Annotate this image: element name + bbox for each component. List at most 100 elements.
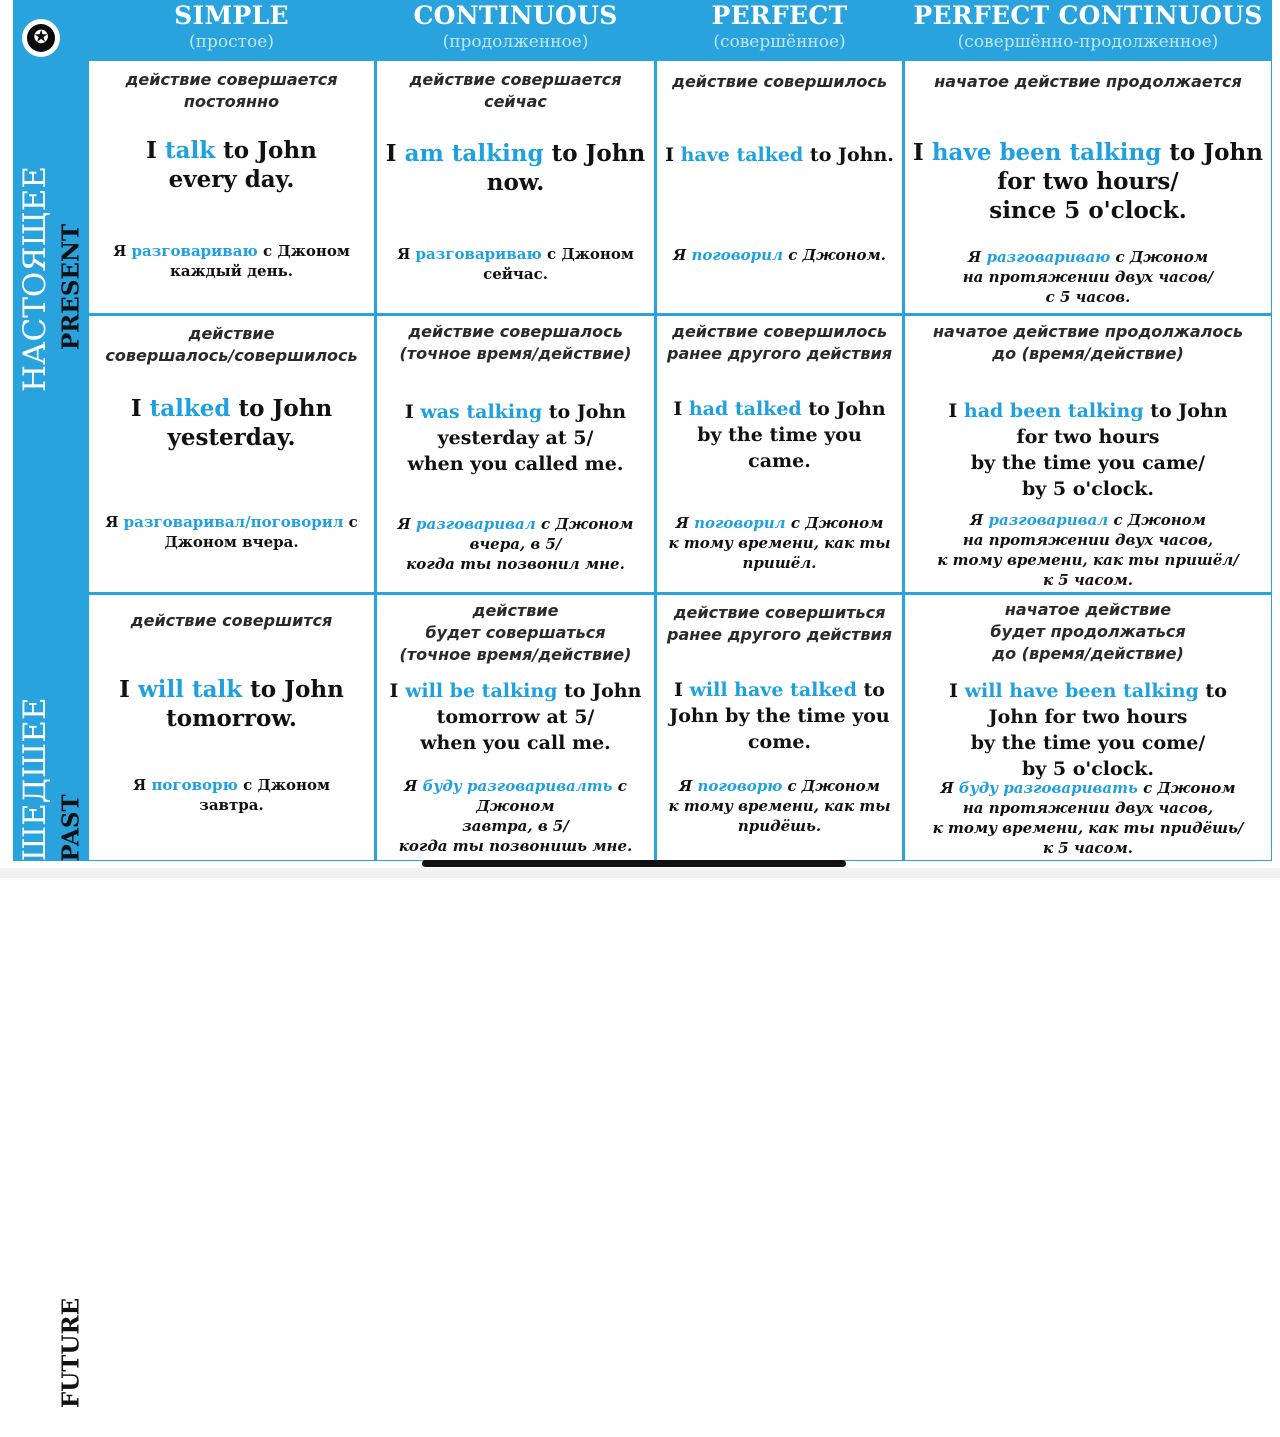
text-line: Джоном вчера.: [93, 532, 370, 552]
highlighted-verb: will talk: [137, 676, 243, 703]
row-label-en: FUTURE: [57, 1297, 85, 1409]
english-example: I was talking to John yesterday at 5/when…: [383, 399, 648, 477]
plain-text: к тому времени, как ты придёшь/: [932, 819, 1244, 837]
description-line: ранее другого действия: [666, 625, 892, 644]
description-line: начатое действие продолжается: [934, 72, 1242, 91]
highlighted-verb: разговариваю: [986, 248, 1111, 266]
highlighted-verb: поговорю: [697, 777, 783, 795]
plain-text: for two hours: [1016, 426, 1160, 448]
plain-text: к 5 часом.: [1042, 839, 1134, 857]
plain-text: I: [119, 676, 138, 703]
plain-text: by 5 o'clock.: [1021, 758, 1155, 780]
english-example: I talked to John yesterday.: [95, 394, 368, 452]
highlighted-verb: разговариваю: [415, 245, 542, 263]
text-line: by 5 o'clock.: [911, 476, 1265, 502]
highlighted-verb: talk: [164, 137, 216, 164]
text-line: for two hours: [911, 424, 1265, 450]
description-line: постоянно: [183, 92, 280, 111]
scroll-indicator[interactable]: [422, 860, 846, 867]
text-line: на протяжении двух часов,: [909, 530, 1267, 550]
plain-text: с Джоном: [237, 776, 331, 794]
russian-translation: Я разговариваю с Джоном сейчас.: [381, 244, 650, 284]
cell-future-continuous: действие будет совершаться (точное время/д…: [377, 595, 654, 860]
plain-text: by the time you came.: [697, 424, 862, 472]
plain-text: Я: [970, 511, 989, 529]
description-line: до (время/действие): [992, 644, 1184, 663]
plain-text: Я: [675, 514, 695, 532]
highlighted-verb: will be talking: [405, 680, 558, 702]
text-line: когда ты позвонишь мне.: [381, 836, 650, 856]
text-line: yesterday.: [95, 423, 368, 452]
row-label-future: БУДУЩЕЕ FUTURE: [13, 595, 88, 1436]
text-line: John for two hours: [911, 704, 1265, 730]
plain-text: yesterday at 5/: [437, 427, 594, 449]
highlighted-verb: поговорил: [694, 514, 786, 532]
plain-text: to John: [1161, 139, 1263, 166]
russian-translation: Я поговорю с Джоном к тому времени, как т…: [661, 776, 898, 836]
plain-text: I: [913, 139, 932, 166]
plain-text: when you call me.: [420, 732, 611, 754]
plain-text: с Джоном.: [783, 246, 886, 264]
header-subtitle: (совершённое): [713, 32, 846, 52]
description-line: совершалось/совершилось: [105, 346, 358, 365]
russian-translation: Я буду разговаривать с Джоном на протяжен…: [909, 778, 1267, 858]
plain-text: by 5 o'clock.: [1021, 478, 1155, 500]
tense-description: действие совершиться ранее другого действ…: [661, 602, 898, 646]
text-line: на протяжении двух часов,: [909, 798, 1267, 818]
highlighted-verb: поговорю: [151, 776, 238, 794]
cell-present-continuous: действие совершается сейчас I am talking t…: [377, 61, 654, 313]
tense-description: действие совершалось/совершилось: [93, 323, 370, 367]
header-continuous: CONTINUOUS (продолженное): [376, 0, 655, 57]
text-line: come.: [663, 729, 896, 755]
plain-text: Я: [113, 242, 132, 260]
plain-text: come.: [747, 731, 812, 753]
cell-future-perfect: действие совершиться ранее другого действ…: [657, 595, 902, 860]
tense-description: действие совершается постоянно: [93, 69, 370, 113]
text-line: завтра, в 5/: [381, 816, 650, 836]
cell-present-simple: действие совершается постоянно I talk to J…: [89, 61, 374, 313]
text-line: каждый день.: [93, 261, 370, 281]
plain-text: John by the time you: [669, 705, 890, 727]
highlighted-verb: разговаривал/поговорил: [123, 513, 344, 531]
plain-text: tomorrow.: [166, 705, 297, 732]
plain-text: I: [948, 400, 964, 422]
text-line: for two hours/: [911, 167, 1265, 196]
russian-translation: Я буду разговаривалть с Джоном завтра, в …: [381, 776, 650, 856]
description-line: (точное время/действие): [399, 344, 632, 363]
plain-text: с: [343, 513, 358, 531]
plain-text: to John: [801, 398, 886, 420]
russian-translation: Я разговаривал/поговорил с Джоном вчера.: [93, 512, 370, 552]
russian-translation: Я разговариваю с Джоном каждый день.: [93, 241, 370, 281]
plain-text: с Джоном: [535, 515, 634, 533]
plain-text: Я: [404, 777, 423, 795]
english-example: I am talking to John now.: [383, 139, 648, 197]
highlighted-verb: буду разговаривалть: [422, 777, 613, 795]
highlighted-verb: will have been talking: [964, 680, 1199, 702]
plain-text: I: [385, 140, 405, 167]
description-line: действие: [188, 324, 275, 343]
cell-past-perfect-continuous: начатое действие продолжалось до (время/д…: [905, 316, 1271, 592]
text-line: now.: [383, 168, 648, 197]
russian-translation: Я разговариваю с Джоном на протяжении дву…: [909, 247, 1267, 307]
text-line: Я разговариваю с Джоном: [93, 241, 370, 261]
plain-text: to John: [1143, 400, 1228, 422]
plain-text: на протяжении двух часов,: [962, 531, 1214, 549]
text-line: yesterday at 5/: [383, 425, 648, 451]
header-title: CONTINUOUS: [413, 1, 618, 30]
highlighted-verb: разговаривал: [988, 511, 1109, 529]
highlighted-verb: had talked: [688, 398, 802, 420]
highlighted-verb: will have talked: [689, 679, 857, 701]
plain-text: к тому времени, как ты: [668, 797, 891, 815]
text-line: I had been talking to John: [911, 398, 1265, 424]
russian-translation: Я поговорил с Джоном к тому времени, как …: [661, 513, 898, 573]
highlighted-verb: am talking: [404, 140, 544, 167]
plain-text: by the time you came/: [970, 452, 1206, 474]
text-line: I am talking to John: [383, 139, 648, 168]
plain-text: к тому времени, как ты пришёл/: [937, 551, 1239, 569]
header-title: SIMPLE: [174, 1, 289, 30]
english-example: I will be talking to John tomorrow at 5/w…: [383, 678, 648, 756]
plain-text: to: [1198, 680, 1227, 702]
text-line: I talk to John: [95, 136, 368, 165]
plain-text: when you called me.: [407, 453, 624, 475]
text-line: every day.: [95, 165, 368, 194]
